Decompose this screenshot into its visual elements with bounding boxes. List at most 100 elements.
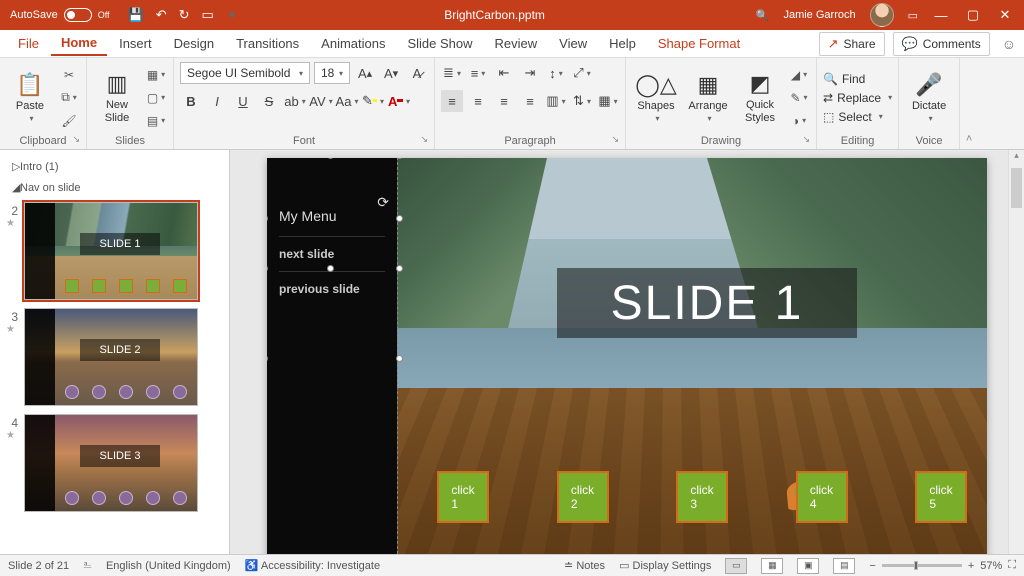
bold-icon[interactable]: B [180, 90, 202, 112]
section-nav[interactable]: ◢Nav on slide [4, 177, 225, 198]
qat-more-icon[interactable]: ▾ [229, 7, 236, 23]
comments-button[interactable]: 💬Comments [893, 32, 990, 56]
zoom-slider[interactable] [882, 564, 962, 567]
spacing-icon[interactable]: AV▾ [310, 90, 332, 112]
close-icon[interactable]: ✕ [996, 7, 1014, 23]
maximize-icon[interactable]: ▢ [964, 7, 982, 23]
user-name[interactable]: Jamie Garroch [783, 9, 855, 21]
slide-thumb-4[interactable]: SLIDE 3 [24, 414, 198, 512]
tab-file[interactable]: File [8, 32, 49, 55]
smartart-icon[interactable]: ▦▾ [597, 90, 619, 112]
undo-icon[interactable]: ↶ [156, 7, 167, 23]
shape-effects-icon[interactable]: ◑▾ [788, 111, 810, 131]
underline-icon[interactable]: U [232, 90, 254, 112]
accessibility-indicator[interactable]: ♿ Accessibility: Investigate [245, 559, 380, 572]
tab-review[interactable]: Review [485, 32, 548, 55]
feedback-icon[interactable]: ☺ [1002, 36, 1016, 52]
tab-slideshow[interactable]: Slide Show [397, 32, 482, 55]
strike-icon[interactable]: S [258, 90, 280, 112]
menu-shape[interactable]: My Menu⟳ next slide previous slide [267, 158, 397, 554]
zoom-in-icon[interactable]: + [968, 560, 974, 572]
slide-thumbnail-pane[interactable]: ▷Intro (1) ◢Nav on slide 2★ SLIDE 1 3★ S… [0, 150, 230, 554]
clear-format-icon[interactable]: A̷ [406, 62, 428, 84]
new-slide-button[interactable]: ▥ New Slide [93, 65, 141, 131]
shapes-button[interactable]: ◯△Shapes▾ [632, 65, 680, 131]
normal-view-icon[interactable]: ▭ [725, 558, 747, 574]
redo-icon[interactable]: ↻ [179, 7, 190, 23]
align-left-icon[interactable]: ≡ [441, 90, 463, 112]
tab-transitions[interactable]: Transitions [226, 32, 309, 55]
cut-icon[interactable]: ✂ [58, 65, 80, 85]
numbering-icon[interactable]: ≡▾ [467, 62, 489, 84]
find-button[interactable]: 🔍Find [823, 72, 892, 86]
slide[interactable]: My Menu⟳ next slide previous slide SLIDE… [267, 158, 987, 554]
menu-item-prev[interactable]: previous slide [279, 271, 385, 306]
text-direction-icon[interactable]: ⤢▾ [571, 62, 593, 84]
line-spacing-icon[interactable]: ↕▾ [545, 62, 567, 84]
display-settings-button[interactable]: ▭ Display Settings [619, 559, 711, 572]
format-painter-icon[interactable]: 🖌 [58, 111, 80, 131]
section-intro[interactable]: ▷Intro (1) [4, 156, 225, 177]
paste-button[interactable]: 📋 Paste ▾ [6, 65, 54, 131]
shape-outline-icon[interactable]: ✎▾ [788, 88, 810, 108]
tab-insert[interactable]: Insert [109, 32, 162, 55]
section-icon[interactable]: ▤▾ [145, 111, 167, 131]
decrease-font-icon[interactable]: A▾ [380, 62, 402, 84]
click-2[interactable]: click 2 [557, 471, 609, 523]
click-1[interactable]: click 1 [437, 471, 489, 523]
clipboard-dialog-icon[interactable]: ↘ [72, 134, 80, 145]
vertical-scrollbar[interactable]: ▴ [1008, 150, 1024, 554]
spell-check-icon[interactable]: ⎁ [83, 559, 92, 572]
click-3[interactable]: click 3 [676, 471, 728, 523]
zoom-level[interactable]: 57% [980, 560, 1002, 572]
tab-animations[interactable]: Animations [311, 32, 395, 55]
align-center-icon[interactable]: ≡ [467, 90, 489, 112]
fit-window-icon[interactable]: ⛶ [1008, 559, 1016, 572]
indent-inc-icon[interactable]: ⇥ [519, 62, 541, 84]
columns-icon[interactable]: ▥▾ [545, 90, 567, 112]
shadow-icon[interactable]: ab▾ [284, 90, 306, 112]
menu-item-next[interactable]: next slide [279, 236, 385, 271]
reset-icon[interactable]: ▢▾ [145, 88, 167, 108]
language-indicator[interactable]: English (United Kingdom) [106, 560, 231, 572]
indent-dec-icon[interactable]: ⇤ [493, 62, 515, 84]
layout-icon[interactable]: ▦▾ [145, 65, 167, 85]
slide-thumb-2[interactable]: SLIDE 1 [24, 202, 198, 300]
scroll-up-icon[interactable]: ▴ [1009, 150, 1024, 166]
select-button[interactable]: ⬚Select▾ [823, 110, 892, 124]
arrange-button[interactable]: ▦Arrange▾ [684, 65, 732, 131]
highlight-icon[interactable]: ✎▾ [362, 90, 384, 112]
tab-design[interactable]: Design [164, 32, 224, 55]
slide-canvas[interactable]: My Menu⟳ next slide previous slide SLIDE… [230, 150, 1024, 554]
collapse-ribbon-icon[interactable]: ˄ [960, 58, 978, 149]
tab-shape-format[interactable]: Shape Format [648, 32, 750, 55]
case-icon[interactable]: Aa▾ [336, 90, 358, 112]
autosave-toggle[interactable]: AutoSave Off [0, 8, 120, 22]
copy-icon[interactable]: ⧉▾ [58, 88, 80, 108]
slide-indicator[interactable]: Slide 2 of 21 [8, 560, 69, 572]
italic-icon[interactable]: I [206, 90, 228, 112]
align-text-icon[interactable]: ⇅▾ [571, 90, 593, 112]
font-color-icon[interactable]: A▾ [388, 90, 410, 112]
drawing-dialog-icon[interactable]: ↘ [802, 134, 810, 145]
tab-help[interactable]: Help [599, 32, 646, 55]
minimize-icon[interactable]: — [932, 8, 950, 23]
sorter-view-icon[interactable]: ▦ [761, 558, 783, 574]
justify-icon[interactable]: ≡ [519, 90, 541, 112]
slide-title[interactable]: SLIDE 1 [557, 268, 857, 338]
font-dialog-icon[interactable]: ↘ [420, 134, 428, 145]
share-button[interactable]: ↗Share [819, 32, 885, 56]
replace-button[interactable]: ⇄Replace▾ [823, 91, 892, 105]
ribbon-display-icon[interactable]: ▭ [908, 9, 918, 22]
reading-view-icon[interactable]: ▣ [797, 558, 819, 574]
quick-styles-button[interactable]: ◩Quick Styles [736, 65, 784, 131]
paragraph-dialog-icon[interactable]: ↘ [611, 134, 619, 145]
bullets-icon[interactable]: ≣▾ [441, 62, 463, 84]
shape-fill-icon[interactable]: ◢▾ [788, 65, 810, 85]
from-beginning-icon[interactable]: ▭ [202, 7, 214, 23]
align-right-icon[interactable]: ≡ [493, 90, 515, 112]
tab-view[interactable]: View [549, 32, 597, 55]
slide-thumb-3[interactable]: SLIDE 2 [24, 308, 198, 406]
increase-font-icon[interactable]: A▴ [354, 62, 376, 84]
zoom-out-icon[interactable]: − [869, 560, 875, 572]
